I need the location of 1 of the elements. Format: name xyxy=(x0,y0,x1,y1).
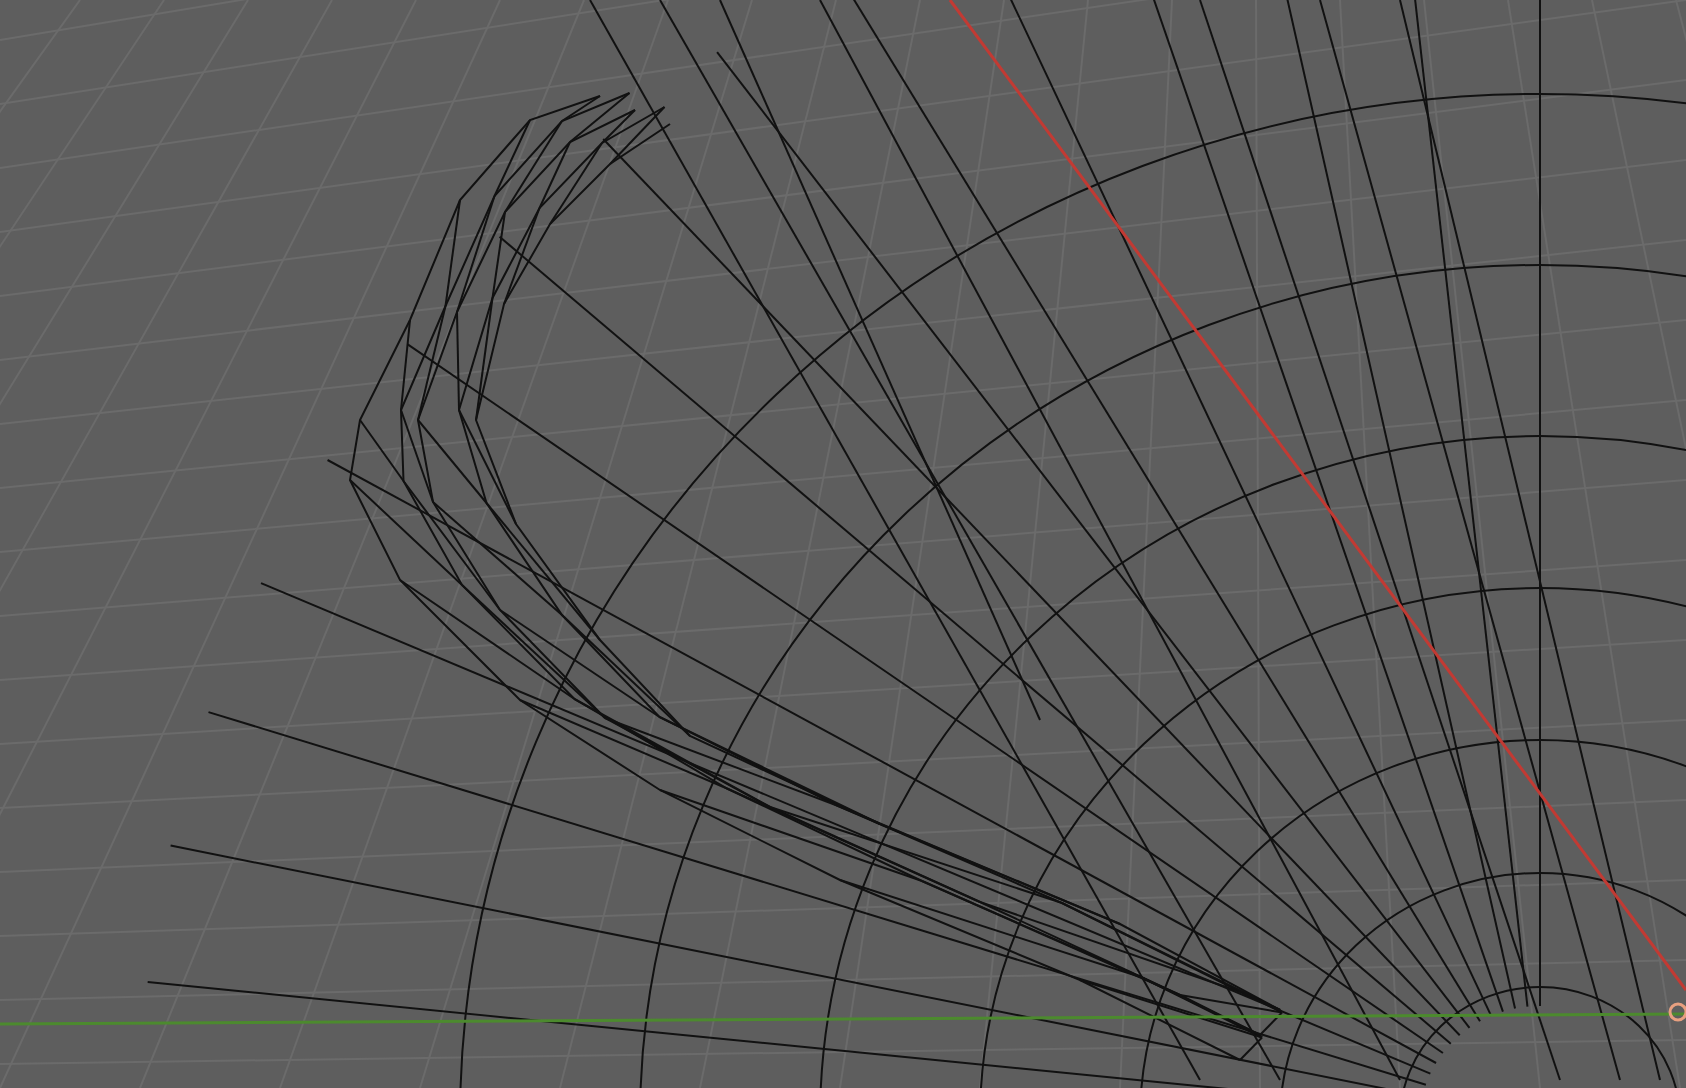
origin-icon xyxy=(1668,1002,1686,1022)
